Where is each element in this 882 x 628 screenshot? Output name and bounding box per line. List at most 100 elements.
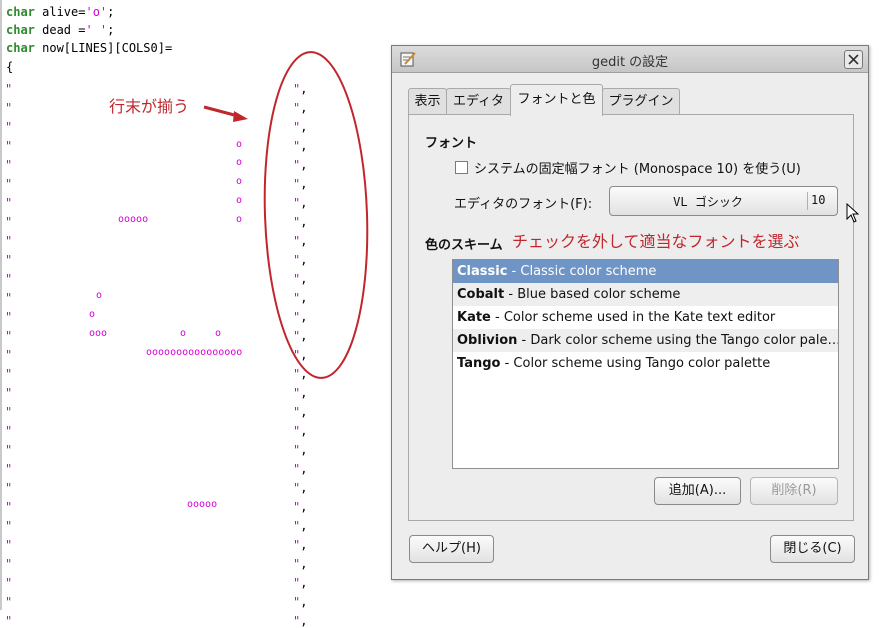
row-close-quote: ", bbox=[293, 538, 308, 552]
row-close-quote: ", bbox=[293, 443, 308, 457]
row-open-quote: " bbox=[5, 82, 13, 96]
title-bar[interactable]: gedit の設定 bbox=[392, 46, 868, 73]
row-open-quote: " bbox=[5, 462, 13, 476]
row-open-quote: " bbox=[5, 272, 13, 286]
color-scheme-item[interactable]: Oblivion - Dark color scheme using the T… bbox=[453, 329, 838, 352]
dialog-title: gedit の設定 bbox=[591, 55, 669, 70]
row-open-quote: " bbox=[5, 481, 13, 495]
row-close-quote: ", bbox=[293, 481, 308, 495]
row-close-quote: ", bbox=[293, 253, 308, 267]
color-scheme-item[interactable]: Kate - Color scheme used in the Kate tex… bbox=[453, 306, 838, 329]
row-open-quote: " bbox=[5, 595, 13, 609]
tab-fonts-colors[interactable]: フォントと色 bbox=[510, 84, 603, 116]
scheme-description: - Dark color scheme using the Tango colo… bbox=[517, 333, 838, 348]
cell-text: o bbox=[236, 157, 243, 168]
font-size: 10 bbox=[811, 193, 826, 207]
row-close-quote: ", bbox=[293, 101, 308, 115]
cell-text: o bbox=[236, 139, 243, 150]
annotation-aligned: 行末が揃う bbox=[109, 97, 190, 116]
row-open-quote: " bbox=[5, 329, 13, 343]
row-open-quote: " bbox=[5, 367, 13, 381]
row-close-quote: ", bbox=[293, 329, 308, 343]
font-chooser-button[interactable]: VL ゴシック 10 bbox=[609, 186, 838, 216]
add-scheme-button[interactable]: 追加(A)... bbox=[654, 477, 741, 505]
system-font-checkbox[interactable] bbox=[455, 161, 468, 174]
color-scheme-section-title: 色のスキーム bbox=[425, 238, 503, 253]
row-open-quote: " bbox=[5, 139, 13, 153]
cell-text: o bbox=[89, 309, 96, 320]
row-close-quote: ", bbox=[293, 215, 308, 229]
color-scheme-item[interactable]: Classic - Classic color scheme bbox=[453, 260, 838, 283]
cell-text: ooooo bbox=[187, 499, 218, 510]
row-open-quote: " bbox=[5, 557, 13, 571]
scheme-name: Classic bbox=[457, 264, 508, 279]
font-name: VL ゴシック bbox=[673, 195, 743, 209]
row-close-quote: ", bbox=[293, 348, 308, 362]
tab-editor[interactable]: エディタ bbox=[446, 88, 511, 115]
row-close-quote: ", bbox=[293, 519, 308, 533]
cell-text: o bbox=[236, 195, 243, 206]
cell-text: o bbox=[180, 328, 187, 339]
row-close-quote: ", bbox=[293, 576, 308, 590]
color-scheme-item[interactable]: Cobalt - Blue based color scheme bbox=[453, 283, 838, 306]
row-close-quote: ", bbox=[293, 614, 308, 628]
row-open-quote: " bbox=[5, 215, 13, 229]
font-button-separator bbox=[807, 192, 808, 210]
scheme-name: Oblivion bbox=[457, 333, 518, 348]
row-open-quote: " bbox=[5, 234, 13, 248]
row-open-quote: " bbox=[5, 614, 13, 628]
row-close-quote: ", bbox=[293, 500, 308, 514]
scheme-description: - Blue based color scheme bbox=[504, 287, 681, 302]
font-section-title: フォント bbox=[425, 136, 478, 151]
row-open-quote: " bbox=[5, 405, 13, 419]
cell-text: o bbox=[236, 176, 243, 187]
cell-text: ooo bbox=[89, 328, 108, 339]
row-close-quote: ", bbox=[293, 291, 308, 305]
editor-font-label: エディタのフォント(F): bbox=[454, 197, 593, 212]
row-close-quote: ", bbox=[293, 595, 308, 609]
row-close-quote: ", bbox=[293, 424, 308, 438]
row-open-quote: " bbox=[5, 158, 13, 172]
cell-text: ooooo bbox=[118, 214, 149, 225]
row-close-quote: ", bbox=[293, 120, 308, 134]
close-button[interactable]: 閉じる(C) bbox=[770, 535, 855, 563]
row-open-quote: " bbox=[5, 310, 13, 324]
cell-text: oooooooooooooooo bbox=[146, 347, 243, 358]
cell-text: o bbox=[236, 214, 243, 225]
remove-scheme-button[interactable]: 削除(R) bbox=[750, 477, 838, 505]
row-close-quote: ", bbox=[293, 367, 308, 381]
scheme-name: Kate bbox=[457, 310, 491, 325]
row-open-quote: " bbox=[5, 424, 13, 438]
cell-text: o bbox=[96, 290, 103, 301]
row-open-quote: " bbox=[5, 443, 13, 457]
row-close-quote: ", bbox=[293, 82, 308, 96]
row-open-quote: " bbox=[5, 101, 13, 115]
tab-display[interactable]: 表示 bbox=[408, 88, 447, 115]
row-open-quote: " bbox=[5, 538, 13, 552]
system-font-checkbox-label[interactable]: システムの固定幅フォント (Monospace 10) を使う(U) bbox=[474, 158, 801, 177]
close-icon bbox=[848, 54, 859, 65]
help-button[interactable]: ヘルプ(H) bbox=[409, 535, 494, 563]
code-line-2: char dead =' '; bbox=[6, 23, 115, 37]
row-close-quote: ", bbox=[293, 234, 308, 248]
scheme-name: Tango bbox=[457, 356, 501, 371]
row-open-quote: " bbox=[5, 177, 13, 191]
annotation-uncheck: チェックを外して適当なフォントを選ぶ bbox=[512, 232, 800, 251]
color-scheme-item[interactable]: Tango - Color scheme using Tango color p… bbox=[453, 352, 838, 375]
row-close-quote: ", bbox=[293, 177, 308, 191]
tab-plugins[interactable]: プラグイン bbox=[602, 88, 680, 115]
color-scheme-list[interactable]: Classic - Classic color scheme Cobalt - B… bbox=[452, 259, 839, 469]
row-close-quote: ", bbox=[293, 405, 308, 419]
row-open-quote: " bbox=[5, 576, 13, 590]
row-open-quote: " bbox=[5, 386, 13, 400]
row-open-quote: " bbox=[5, 519, 13, 533]
editor-gutter bbox=[0, 0, 2, 610]
row-open-quote: " bbox=[5, 196, 13, 210]
code-line-1: char alive='o'; bbox=[6, 5, 115, 19]
row-open-quote: " bbox=[5, 253, 13, 267]
row-open-quote: " bbox=[5, 291, 13, 305]
preferences-dialog: gedit の設定 表示 エディタ フォントと色 プラグイン フォント システム… bbox=[391, 45, 869, 580]
row-close-quote: ", bbox=[293, 272, 308, 286]
close-window-button[interactable] bbox=[844, 50, 863, 69]
row-close-quote: ", bbox=[293, 158, 308, 172]
